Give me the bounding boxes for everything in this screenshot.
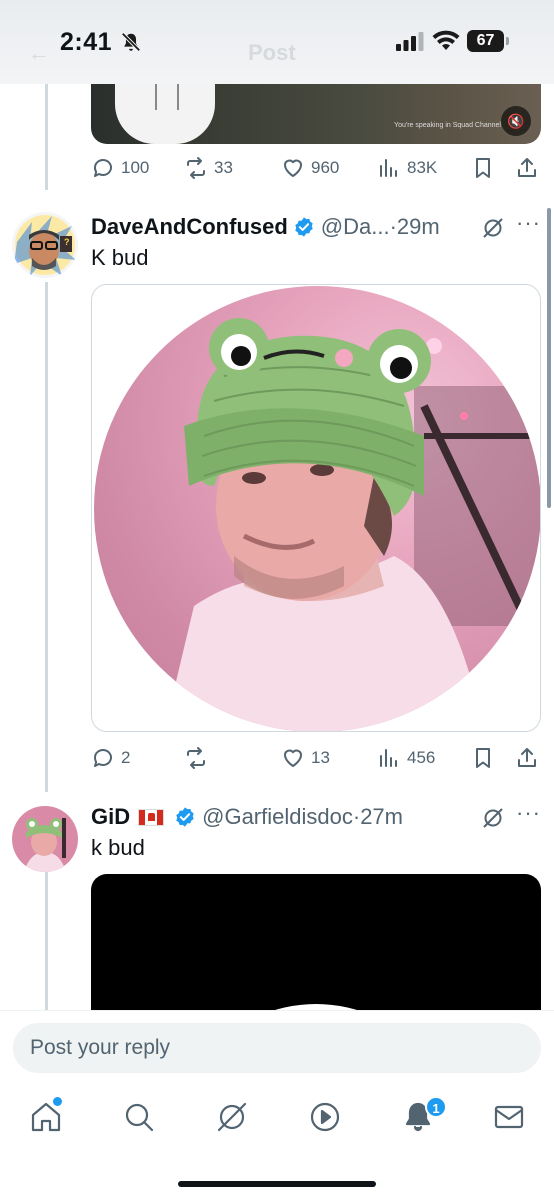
- share-icon: [518, 158, 536, 177]
- search-icon: [125, 1103, 154, 1132]
- media-preview: [241, 998, 391, 1024]
- view-count: 83K: [407, 158, 438, 177]
- tweet-header: DaveAndConfused @Da... · 29m: [91, 212, 440, 242]
- views-icon: [380, 159, 397, 177]
- bookmark-button[interactable]: [471, 153, 495, 183]
- share-icon: [518, 748, 536, 767]
- more-options-icon[interactable]: ···: [516, 800, 541, 826]
- svg-text:?: ?: [64, 237, 70, 247]
- timestamp[interactable]: 27m: [360, 804, 403, 830]
- tab-grok[interactable]: [214, 1099, 250, 1135]
- tweet-media[interactable]: [91, 874, 541, 1024]
- reply-count: 100: [121, 158, 150, 177]
- battery-indicator: 67: [467, 30, 509, 52]
- mute-icon[interactable]: 🔇: [501, 106, 531, 136]
- status-bar: ← Post 2:41 67: [0, 0, 554, 84]
- page-title: Post: [248, 40, 296, 65]
- grok-icon[interactable]: [481, 806, 505, 830]
- bookmark-icon: [476, 158, 490, 178]
- tweet-media[interactable]: [91, 284, 541, 732]
- cellular-signal-icon: [396, 32, 424, 51]
- thread-line: [45, 872, 48, 1012]
- reply-icon: [94, 749, 112, 767]
- separator-dot: ·: [389, 214, 397, 239]
- share-button[interactable]: [515, 153, 539, 183]
- canada-flag-icon: [138, 808, 165, 826]
- messages-icon: [494, 1105, 524, 1129]
- display-name[interactable]: GiD: [91, 804, 130, 830]
- tab-messages[interactable]: [491, 1099, 527, 1135]
- tab-bar: [0, 1091, 554, 1151]
- repost-icon: [187, 157, 205, 179]
- like-count: 960: [311, 158, 340, 177]
- status-time: 2:41: [60, 28, 113, 56]
- separator-dot: ·: [352, 804, 361, 829]
- handle[interactable]: @Da...: [321, 214, 390, 240]
- home-indicator: [178, 1181, 376, 1187]
- reply-area: Post your reply 1: [0, 1010, 554, 1200]
- scrollbar[interactable]: [547, 208, 551, 508]
- repost-icon: [187, 747, 205, 769]
- avatar[interactable]: [12, 806, 78, 872]
- bookmark-button[interactable]: [471, 743, 495, 773]
- battery-level: 67: [467, 30, 504, 52]
- views-icon: [380, 749, 397, 767]
- battery-nub: [506, 37, 509, 45]
- tab-search[interactable]: [121, 1099, 157, 1135]
- tweet-header: GiD @Garfieldisdoc · 27m: [91, 802, 403, 832]
- bookmark-icon: [476, 748, 490, 768]
- tweet-actions: 2 13 456: [91, 743, 541, 773]
- home-badge-dot: [53, 1097, 62, 1106]
- views-button[interactable]: 83K: [377, 153, 437, 183]
- reply-button[interactable]: 2: [91, 743, 130, 773]
- like-count: 13: [311, 748, 330, 767]
- repost-count: 33: [214, 158, 233, 177]
- thread-line: [45, 84, 48, 190]
- tweet-text: K bud: [91, 245, 149, 270]
- grok-icon: [217, 1102, 247, 1132]
- video-icon: [310, 1102, 340, 1132]
- photo-illustration: [164, 318, 540, 731]
- tab-video[interactable]: [307, 1099, 343, 1135]
- avatar-image: ?: [12, 212, 78, 278]
- thread-line: [45, 282, 48, 792]
- display-name[interactable]: DaveAndConfused: [91, 214, 288, 240]
- media-caption: You're speaking in Squad Channel: [394, 122, 501, 129]
- timestamp[interactable]: 29m: [397, 214, 440, 240]
- media-photo: [94, 286, 540, 731]
- heart-icon: [284, 159, 302, 177]
- tweet-text: k bud: [91, 835, 145, 860]
- repost-button[interactable]: 33: [184, 153, 233, 183]
- reply-input[interactable]: Post your reply: [13, 1023, 541, 1073]
- reply-button[interactable]: 100: [91, 153, 149, 183]
- avatar[interactable]: ?: [12, 212, 78, 278]
- grok-icon[interactable]: [481, 216, 505, 240]
- views-button[interactable]: 456: [377, 743, 435, 773]
- bell-slash-icon: [121, 32, 141, 52]
- verified-badge-icon: [295, 217, 313, 237]
- wifi-icon: [432, 30, 460, 50]
- reply-icon: [94, 159, 112, 177]
- more-options-icon[interactable]: ···: [516, 210, 541, 236]
- like-button[interactable]: 13: [281, 743, 330, 773]
- handle[interactable]: @Garfieldisdoc: [202, 804, 353, 830]
- view-count: 456: [407, 748, 436, 767]
- heart-icon: [284, 749, 302, 767]
- previous-tweet-actions: 100 33 960 83K: [91, 153, 541, 183]
- reply-count: 2: [121, 748, 131, 767]
- repost-button[interactable]: [184, 743, 214, 773]
- back-arrow-icon[interactable]: ←: [28, 40, 50, 66]
- notification-badge: 1: [425, 1096, 447, 1118]
- like-button[interactable]: 960: [281, 153, 339, 183]
- share-button[interactable]: [515, 743, 539, 773]
- verified-badge-icon: [176, 807, 194, 827]
- avatar-image: [12, 806, 78, 872]
